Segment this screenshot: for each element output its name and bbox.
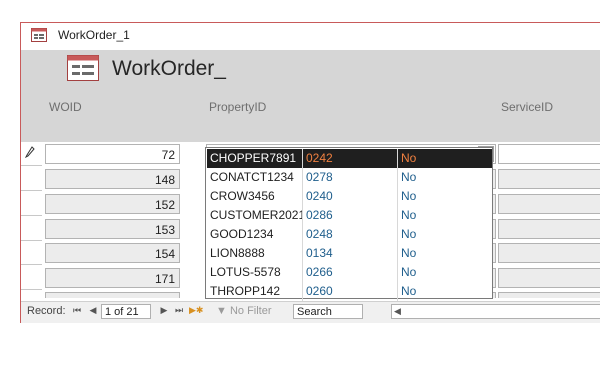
column-label-serviceid: ServiceID [501,100,554,114]
dropdown-item-code: 0248 [306,227,333,241]
woid-field[interactable]: 153 [45,219,180,239]
dropdown-item-name: CONATCT1234 [210,170,294,184]
serviceid-field[interactable] [498,144,600,164]
woid-field[interactable]: 172 [45,292,180,298]
serviceid-field[interactable] [498,268,600,288]
dropdown-item-name: LION8888 [210,246,265,260]
dropdown-item-name: CUSTOMER2021 [210,208,303,222]
dropdown-item[interactable]: LOTUS-5578 0266 No [207,263,492,282]
dropdown-item-name: THROPP142 [210,284,281,298]
horizontal-scrollbar[interactable]: ◀ [391,304,600,319]
dropdown-item-code: 0242 [306,151,333,165]
dropdown-item-name: GOOD1234 [210,227,274,241]
woid-field[interactable]: 152 [45,194,180,214]
form-title: WorkOrder_ [112,57,226,80]
column-label-woid: WOID [49,100,82,114]
record-selector[interactable] [21,267,42,290]
no-filter-label: No Filter [229,305,272,317]
dropdown-item-flag: No [401,151,417,165]
scroll-left-icon[interactable]: ◀ [394,306,401,317]
serviceid-field[interactable] [498,219,600,239]
dropdown-item-name: CHOPPER7891 [210,151,297,165]
no-filter-button[interactable]: ▼ No Filter [216,305,272,317]
record-selector[interactable] [21,143,42,166]
first-record-icon[interactable]: ⏮ [71,305,83,316]
form-header: WorkOrder_ WOID PropertyID ServiceID [21,50,600,142]
document-tab[interactable]: WorkOrder_1 [21,23,600,49]
dropdown-item-flag: No [401,265,417,279]
dropdown-item-name: CROW3456 [210,189,275,203]
pencil-icon [25,146,35,158]
dropdown-item-flag: No [401,227,417,241]
dropdown-item-code: 0134 [306,246,333,260]
record-selector[interactable] [21,193,42,216]
last-record-icon[interactable]: ⏭ [173,305,185,316]
dropdown-item[interactable]: LION8888 0134 No [207,244,492,263]
propertyid-dropdown-list[interactable]: CHOPPER7891 0242 No CONATCT1234 0278 No … [205,147,493,301]
tab-title: WorkOrder_1 [58,28,130,42]
record-selector[interactable] [21,168,42,191]
dropdown-item-flag: No [401,170,417,184]
dropdown-item-flag: No [401,246,417,260]
dropdown-item[interactable]: THROPP142 0260 No [207,282,492,301]
dropdown-item-code: 0286 [306,208,333,222]
record-selector[interactable] [21,218,42,241]
woid-field[interactable]: 154 [45,243,180,263]
dropdown-item-flag: No [401,189,417,203]
dropdown-item[interactable]: CHOPPER7891 0242 No [207,149,492,168]
record-selector[interactable] [21,291,42,298]
dropdown-item[interactable]: CONATCT1234 0278 No [207,168,492,187]
woid-field[interactable]: 171 [45,268,180,288]
new-record-icon[interactable]: ▶✱ [189,305,203,316]
form-header-icon [67,55,99,81]
dropdown-item[interactable]: GOOD1234 0248 No [207,225,492,244]
form-icon [31,28,47,42]
dropdown-item-code: 0240 [306,189,333,203]
search-input[interactable]: Search [293,304,363,319]
dropdown-item-flag: No [401,284,417,298]
previous-record-icon[interactable]: ◀ [87,305,99,316]
woid-field[interactable]: 148 [45,169,180,189]
serviceid-field[interactable] [498,194,600,214]
serviceid-field[interactable] [498,243,600,263]
filter-icon: ▼ [216,305,227,317]
dropdown-item-name: LOTUS-5578 [210,265,281,279]
woid-field[interactable]: 72 [45,144,180,164]
dropdown-item-code: 0278 [306,170,333,184]
record-navigation-bar: Record: ⏮ ◀ 1 of 21 ▶ ⏭ ▶✱ ▼ No Filter S… [21,301,600,323]
dropdown-item-code: 0266 [306,265,333,279]
serviceid-field[interactable] [498,292,600,298]
dropdown-item[interactable]: CROW3456 0240 No [207,187,492,206]
column-label-propertyid: PropertyID [209,100,267,114]
record-label: Record: [27,305,66,317]
current-record-input[interactable]: 1 of 21 [101,304,151,319]
record-selector[interactable] [21,242,42,265]
dropdown-item-flag: No [401,208,417,222]
serviceid-field[interactable] [498,169,600,189]
dropdown-item[interactable]: CUSTOMER2021 0286 No [207,206,492,225]
dropdown-item-code: 0260 [306,284,333,298]
next-record-icon[interactable]: ▶ [158,305,170,316]
